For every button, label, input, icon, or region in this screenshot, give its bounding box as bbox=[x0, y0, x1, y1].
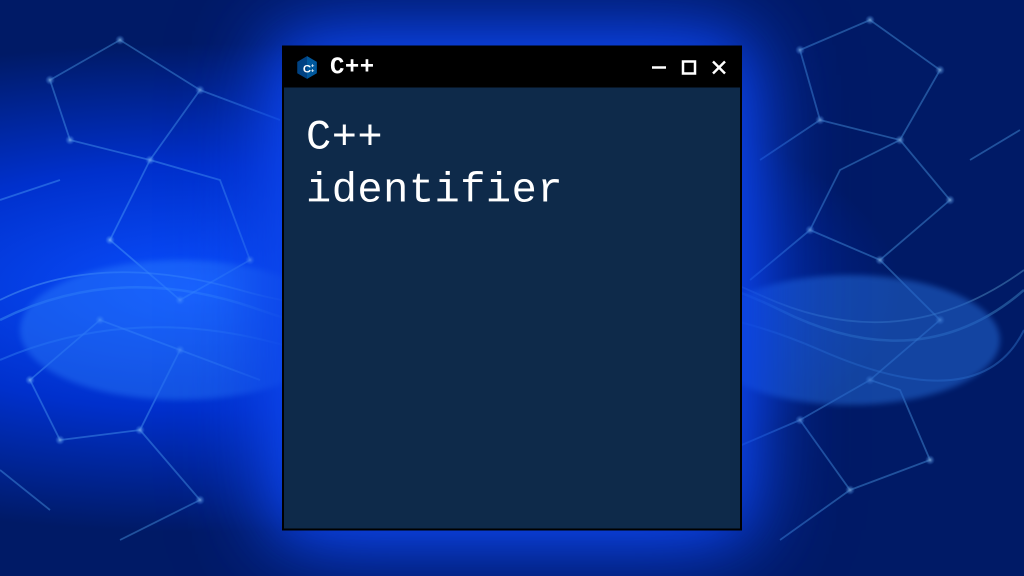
window-content: C++ identifier bbox=[284, 88, 740, 529]
titlebar: C + + C++ bbox=[284, 48, 740, 88]
window-controls bbox=[648, 57, 730, 79]
maximize-button[interactable] bbox=[678, 57, 700, 79]
window-title: C++ bbox=[330, 54, 638, 81]
svg-text:C: C bbox=[303, 63, 311, 75]
cpp-logo-icon: C + + bbox=[294, 55, 320, 81]
minimize-button[interactable] bbox=[648, 57, 670, 79]
content-line-1: C++ bbox=[306, 112, 718, 165]
content-line-2: identifier bbox=[306, 164, 718, 217]
close-button[interactable] bbox=[708, 57, 730, 79]
app-window: C + + C++ bbox=[282, 46, 742, 531]
